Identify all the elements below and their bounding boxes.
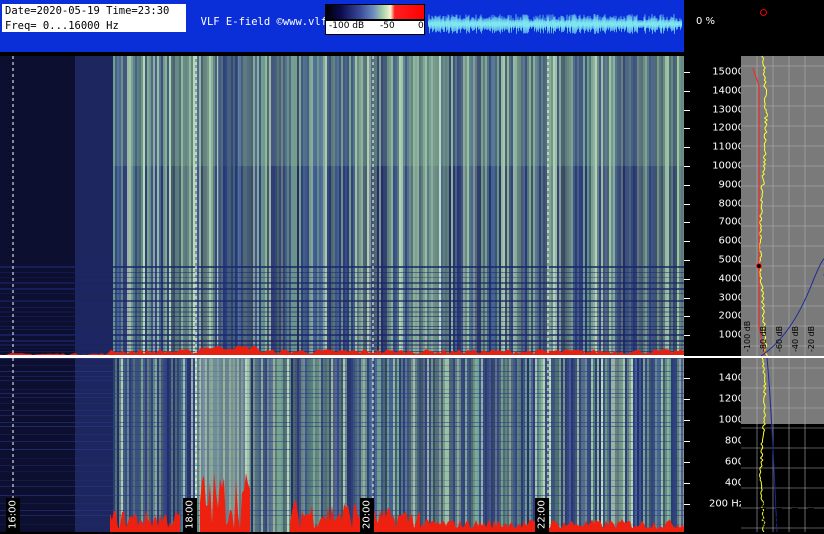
frequency-tick-mark xyxy=(684,335,690,337)
spectrum-profile-bottom: -100 dB -80 dB -60 dB -40 dB -20 dB xyxy=(741,358,824,532)
profile-db-label: -60 dB xyxy=(775,326,784,352)
profile-db-label: -80 dB xyxy=(759,326,768,352)
spectrogram-lowband xyxy=(0,358,684,532)
color-scale-label-mid: -50 xyxy=(380,21,395,31)
profile-db-label: -20 dB xyxy=(807,502,816,528)
frequency-tick-label: 10000 xyxy=(712,160,744,172)
frequency-tick-mark xyxy=(684,297,690,299)
spectrum-profile-top: -100 dB -80 dB -60 dB -40 dB -20 dB xyxy=(741,56,824,356)
audio-waveform xyxy=(428,13,682,35)
level-marker-icon xyxy=(760,9,767,16)
frequency-tick-label: 15000 xyxy=(712,66,744,78)
profile-db-label: -40 dB xyxy=(791,326,800,352)
frequency-tick-mark xyxy=(684,462,690,463)
info-box: Date=2020-05-19 Time=23:30 Freq= 0...160… xyxy=(2,4,186,32)
frequency-tick-mark xyxy=(684,128,690,130)
profile-marker-icon xyxy=(756,263,762,269)
spectrogram-wideband xyxy=(0,56,684,356)
frequency-tick-label: 11000 xyxy=(712,141,744,153)
frequency-tick-mark xyxy=(684,278,690,280)
frequency-tick-mark xyxy=(684,222,690,224)
color-scale-labels: -100 dB -50 0 xyxy=(325,20,425,35)
time-label: 18:00 xyxy=(183,498,197,532)
level-panel: 0 % xyxy=(684,0,824,52)
profile-db-label: -80 dB xyxy=(759,502,768,528)
frequency-tick-mark xyxy=(684,147,690,149)
frequency-tick-mark xyxy=(684,260,690,261)
header-bar: Date=2020-05-19 Time=23:30 Freq= 0...160… xyxy=(0,0,684,52)
frequency-tick-mark xyxy=(684,504,690,505)
freq-range-label: Freq= 0...16000 Hz xyxy=(5,20,119,32)
frequency-tick-mark xyxy=(684,241,690,243)
profile-db-label: -100 dB xyxy=(743,321,752,352)
color-scale: -100 dB -50 0 xyxy=(325,4,425,35)
frequency-tick-mark xyxy=(684,184,690,186)
frequency-tick-label: 13000 xyxy=(712,104,744,116)
color-scale-label-max: 0 xyxy=(418,21,424,31)
frequency-tick-mark xyxy=(684,483,690,484)
percent-readout: 0 % xyxy=(696,16,716,27)
profile-db-label: -100 dB xyxy=(743,497,752,528)
frequency-tick-mark xyxy=(684,72,690,73)
frequency-tick-mark xyxy=(684,316,690,318)
frequency-tick-mark xyxy=(684,203,690,205)
frequency-tick-mark xyxy=(684,109,690,111)
frequency-tick-mark xyxy=(684,420,690,421)
frequency-tick-mark xyxy=(684,441,690,442)
frequency-tick-mark xyxy=(684,166,690,167)
frequency-tick-label: 200 Hz xyxy=(708,498,744,510)
color-scale-gradient xyxy=(325,4,425,20)
site-label: VLF E-field ©www.vlf.it xyxy=(188,16,347,28)
frequency-tick-mark xyxy=(684,399,690,400)
waveform-trace xyxy=(428,13,682,35)
frequency-tick-label: 12000 xyxy=(712,122,744,134)
profile-db-label: -40 dB xyxy=(791,502,800,528)
color-scale-label-min: -100 dB xyxy=(329,21,365,31)
time-label: 20:00 xyxy=(360,498,374,532)
frequency-tick-label: 14000 xyxy=(712,85,744,97)
frequency-tick-mark xyxy=(684,378,690,379)
profile-db-label: -20 dB xyxy=(807,326,816,352)
date-time-label: Date=2020-05-19 Time=23:30 xyxy=(5,5,170,17)
profile-db-label: -60 dB xyxy=(775,502,784,528)
frequency-tick-mark xyxy=(684,90,690,92)
time-label: 16:00 xyxy=(6,498,20,532)
time-label: 22:00 xyxy=(535,498,549,532)
